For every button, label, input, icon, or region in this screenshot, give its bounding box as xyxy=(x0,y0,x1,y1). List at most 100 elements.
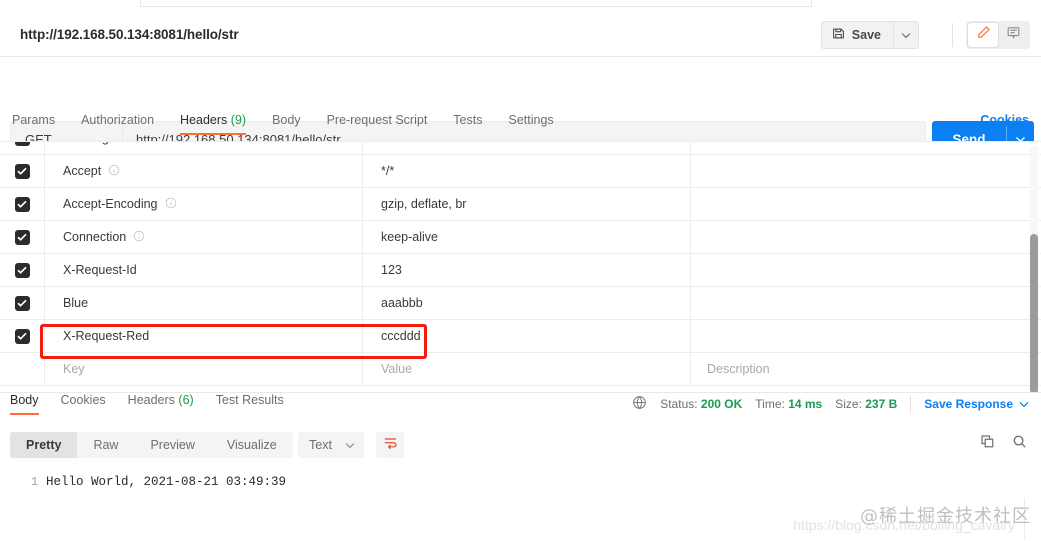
header-description-cell[interactable] xyxy=(691,287,1041,320)
header-value-cell[interactable]: cccddd xyxy=(363,319,691,353)
time-label: Time: xyxy=(755,397,785,411)
info-icon[interactable] xyxy=(133,142,145,146)
save-button-label: Save xyxy=(851,28,881,42)
tab-pre-request-script[interactable]: Pre-request Script xyxy=(327,113,428,135)
response-tab-cookies[interactable]: Cookies xyxy=(61,393,106,415)
row-checkbox-cell xyxy=(0,253,45,287)
checkbox-checked-icon[interactable] xyxy=(14,163,30,179)
checkbox-checked-icon[interactable] xyxy=(14,196,30,212)
checkbox-checked-icon[interactable] xyxy=(14,328,30,344)
header-key-cell[interactable]: User-Agent xyxy=(45,142,363,155)
view-mode-preview[interactable]: Preview xyxy=(134,432,210,458)
tab-tests[interactable]: Tests xyxy=(453,113,482,135)
save-button[interactable]: Save xyxy=(820,21,893,49)
header-key-text: User-Agent xyxy=(63,142,126,145)
save-button-group: Save xyxy=(820,21,919,49)
header-value-cell[interactable]: aaabbb xyxy=(363,286,691,320)
header-key-text: X-Request-Red xyxy=(63,329,150,343)
headers-scrollbar-thumb[interactable] xyxy=(1030,234,1038,394)
table-row[interactable]: User-Agent PostmanRuntime/7.28.3 xyxy=(0,142,1041,155)
tab-count: (6) xyxy=(178,393,194,407)
new-value-input[interactable]: Value xyxy=(363,352,691,386)
size-text: Size: 237 B xyxy=(835,397,897,411)
chevron-down-icon xyxy=(901,26,911,44)
edit-request-button[interactable] xyxy=(968,23,998,47)
header-value-cell[interactable]: */* xyxy=(363,154,691,188)
new-description-input[interactable]: Description xyxy=(691,353,1041,386)
url-bar: GET http://192.168.50.134:8081/hello/str… xyxy=(0,57,1041,157)
format-select[interactable]: Text xyxy=(298,432,364,458)
view-mode-visualize[interactable]: Visualize xyxy=(211,432,293,458)
table-row-new[interactable]: Key Value Description xyxy=(0,352,1041,386)
header-description-cell[interactable] xyxy=(691,221,1041,254)
table-row[interactable]: Blue aaabbb xyxy=(0,286,1041,320)
word-wrap-button[interactable] xyxy=(376,432,404,458)
new-key-placeholder: Key xyxy=(63,362,85,376)
table-row[interactable]: Connection keep-alive xyxy=(0,220,1041,254)
header-value-text: gzip, deflate, br xyxy=(381,197,467,211)
response-tab-test-results[interactable]: Test Results xyxy=(216,393,284,415)
comment-request-button[interactable] xyxy=(998,23,1028,47)
header-key-cell[interactable]: X-Request-Id xyxy=(45,253,363,287)
request-actions xyxy=(952,21,1030,49)
request-tab-bar: Params Authorization Headers (9) Body Pr… xyxy=(0,113,1041,141)
header-key-cell[interactable]: Connection xyxy=(45,220,363,254)
header-description-cell[interactable] xyxy=(691,320,1041,353)
table-row[interactable]: Accept-Encoding gzip, deflate, br xyxy=(0,187,1041,221)
request-tab-partial[interactable] xyxy=(140,0,812,7)
header-value-text: keep-alive xyxy=(381,230,438,244)
table-row[interactable]: X-Request-Id 123 xyxy=(0,253,1041,287)
info-icon[interactable] xyxy=(165,197,177,212)
tab-settings[interactable]: Settings xyxy=(508,113,553,135)
response-tab-bar: Body Cookies Headers (6) Test Results xyxy=(10,393,306,415)
info-icon[interactable] xyxy=(108,164,120,179)
status-value: 200 OK xyxy=(700,397,743,411)
tab-count: (9) xyxy=(230,113,247,127)
header-value-cell[interactable]: keep-alive xyxy=(363,220,691,254)
header-value-cell[interactable]: 123 xyxy=(363,253,691,287)
header-key-cell[interactable]: Accept-Encoding xyxy=(45,187,363,221)
header-key-cell[interactable]: X-Request-Red xyxy=(45,319,363,353)
header-value-cell[interactable]: PostmanRuntime/7.28.3 xyxy=(363,142,691,155)
tab-params[interactable]: Params xyxy=(12,113,55,135)
tab-label: Cookies xyxy=(60,393,106,407)
tab-headers[interactable]: Headers (9) xyxy=(180,113,247,135)
header-description-cell[interactable] xyxy=(691,254,1041,287)
checkbox-checked-icon[interactable] xyxy=(14,229,30,245)
tab-label: Headers xyxy=(180,113,228,127)
size-value: 237 B xyxy=(865,397,898,411)
tab-label: Pre-request Script xyxy=(326,113,428,127)
checkbox-checked-icon[interactable] xyxy=(14,142,30,146)
header-key-text: Blue xyxy=(63,296,89,310)
response-tab-headers[interactable]: Headers (6) xyxy=(128,393,194,415)
table-row[interactable]: Accept */* xyxy=(0,154,1041,188)
save-options-button[interactable] xyxy=(893,21,919,49)
cookies-link[interactable]: Cookies xyxy=(980,113,1029,127)
view-mode-pretty[interactable]: Pretty xyxy=(10,432,78,458)
table-row-highlighted[interactable]: X-Request-Red cccddd xyxy=(0,319,1041,353)
code-line: 1 Hello World, 2021-08-21 03:49:39 xyxy=(0,475,286,489)
header-description-cell[interactable] xyxy=(691,188,1041,221)
checkbox-checked-icon[interactable] xyxy=(14,262,30,278)
info-icon[interactable] xyxy=(133,230,145,245)
tab-body[interactable]: Body xyxy=(272,113,301,135)
response-tab-body[interactable]: Body xyxy=(10,393,39,415)
view-mode-raw[interactable]: Raw xyxy=(77,432,134,458)
new-key-input[interactable]: Key xyxy=(45,352,363,386)
header-description-cell[interactable] xyxy=(691,155,1041,188)
header-key-cell[interactable]: Accept xyxy=(45,154,363,188)
header-description-cell[interactable] xyxy=(691,142,1041,155)
checkbox-checked-icon[interactable] xyxy=(14,295,30,311)
pencil-icon xyxy=(976,25,991,45)
page-title: http://192.168.50.134:8081/hello/str xyxy=(20,27,239,42)
header-key-cell[interactable]: Blue xyxy=(45,286,363,320)
header-value-cell[interactable]: gzip, deflate, br xyxy=(363,187,691,221)
save-response-button[interactable]: Save Response xyxy=(924,397,1029,411)
copy-button[interactable] xyxy=(980,434,995,454)
headers-table: User-Agent PostmanRuntime/7.28.3 xyxy=(0,141,1041,390)
response-bar: Body Cookies Headers (6) Test Results St… xyxy=(0,392,1041,424)
header-value-text: */* xyxy=(381,164,395,178)
response-body-toolbar: Pretty Raw Preview Visualize Text xyxy=(0,424,1041,466)
tab-authorization[interactable]: Authorization xyxy=(81,113,154,135)
search-button[interactable] xyxy=(1012,434,1027,454)
